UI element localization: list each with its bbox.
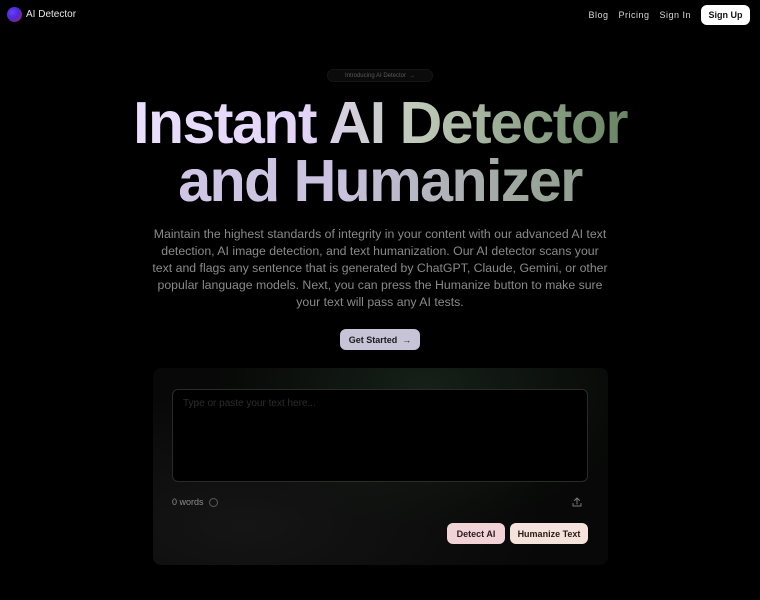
get-started-button[interactable]: Get Started → xyxy=(340,329,420,350)
sign-up-button[interactable]: Sign Up xyxy=(701,5,750,25)
site-header: AI Detector Blog Pricing Sign In Sign Up xyxy=(0,0,760,30)
detect-ai-button[interactable]: Detect AI xyxy=(447,523,505,544)
humanize-text-button[interactable]: Humanize Text xyxy=(510,523,588,544)
nav-link-blog[interactable]: Blog xyxy=(588,10,608,20)
hero-title-line-1: Instant AI Detector xyxy=(133,90,627,156)
word-counter: 0 words xyxy=(172,497,218,507)
announcement-badge[interactable]: Introducing AI Detector → xyxy=(327,69,433,82)
arrow-right-icon: → xyxy=(402,334,412,345)
logo-icon xyxy=(7,7,22,22)
logo[interactable]: AI Detector xyxy=(7,7,76,22)
info-icon[interactable] xyxy=(208,497,218,507)
text-input[interactable] xyxy=(172,389,588,482)
hero-title: Instant AI Detector and Humanizer xyxy=(0,90,760,211)
hero-title-line-2: and Humanizer xyxy=(0,152,760,211)
editor-card: 0 words Detect AI Humanize Text xyxy=(153,368,608,565)
upload-icon[interactable] xyxy=(571,496,583,508)
arrow-right-icon: → xyxy=(409,72,416,79)
nav-link-sign-in[interactable]: Sign In xyxy=(659,10,691,20)
hero-subtitle: Maintain the highest standards of integr… xyxy=(152,227,608,309)
badge-text: Introducing AI Detector xyxy=(344,72,407,79)
word-count: 0 words xyxy=(172,497,204,507)
nav-link-pricing[interactable]: Pricing xyxy=(618,10,649,20)
logo-text: AI Detector xyxy=(26,9,77,20)
get-started-label: Get Started xyxy=(348,334,398,345)
top-nav: Blog Pricing Sign In Sign Up xyxy=(588,5,750,25)
